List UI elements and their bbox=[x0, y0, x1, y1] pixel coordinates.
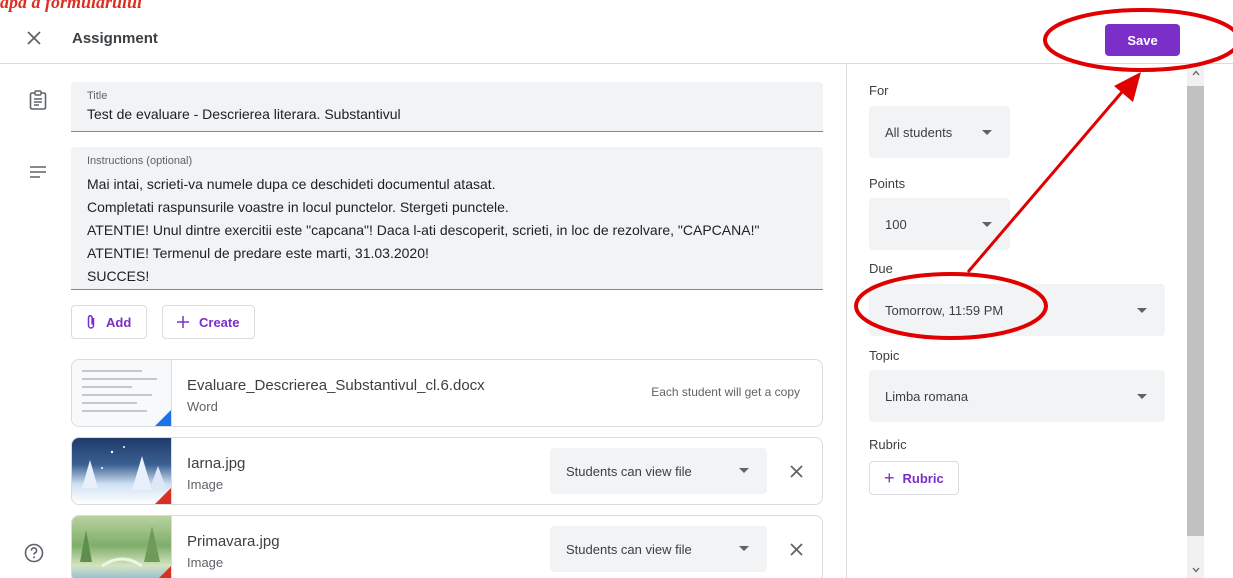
title-field[interactable]: Title Test de evaluare - Descrierea lite… bbox=[71, 82, 823, 132]
title-label: Title bbox=[87, 90, 108, 102]
scrollbar-thumb[interactable] bbox=[1187, 86, 1204, 536]
rubric-button-label: Rubric bbox=[902, 470, 944, 486]
permission-dropdown[interactable]: Students can view file bbox=[550, 448, 767, 494]
settings-panel: For All students Points 100 Due Tomorrow… bbox=[846, 64, 1187, 578]
instructions-line: Completati raspunsurile voastre in locul… bbox=[87, 199, 509, 215]
attachment-name: Primavara.jpg bbox=[187, 533, 280, 550]
due-value: Tomorrow, 11:59 PM bbox=[885, 302, 1004, 318]
copy-note: Each student will get a copy bbox=[651, 385, 800, 399]
attachment-type: Word bbox=[187, 399, 218, 414]
add-button[interactable]: Add bbox=[71, 305, 147, 339]
instructions-field[interactable]: Instructions (optional) Mai intai, scrie… bbox=[71, 147, 823, 290]
create-label: Create bbox=[199, 314, 240, 330]
attachment-name: Evaluare_Descrierea_Substantivul_cl.6.do… bbox=[187, 377, 485, 394]
document-thumbnail bbox=[72, 360, 172, 426]
scroll-up-arrow-icon[interactable] bbox=[1187, 64, 1204, 81]
paperclip-icon bbox=[86, 314, 96, 330]
attachment-card[interactable]: Evaluare_Descrierea_Substantivul_cl.6.do… bbox=[71, 359, 823, 427]
instructions-label: Instructions (optional) bbox=[87, 155, 193, 167]
image-badge-icon bbox=[155, 566, 171, 578]
instructions-line: ATENTIE! Unul dintre exercitii este "cap… bbox=[87, 222, 760, 238]
instructions-line: SUCCES! bbox=[87, 268, 150, 284]
scroll-down-arrow-icon[interactable] bbox=[1187, 561, 1204, 578]
page-title: Assignment bbox=[72, 30, 158, 47]
points-dropdown[interactable]: 100 bbox=[869, 198, 1010, 250]
plus-icon bbox=[177, 316, 189, 328]
add-rubric-button[interactable]: + Rubric bbox=[869, 461, 959, 495]
close-icon[interactable] bbox=[22, 26, 46, 50]
attachment-type: Image bbox=[187, 477, 224, 492]
points-label: Points bbox=[869, 176, 906, 191]
permission-value: Students can view file bbox=[566, 463, 692, 479]
dropdown-arrow-icon bbox=[1137, 308, 1147, 313]
attachment-card[interactable]: Primavara.jpg Image Students can view fi… bbox=[71, 515, 823, 578]
instructions-input[interactable]: Mai intai, scrieti-va numele dupa ce des… bbox=[87, 173, 759, 288]
assignment-clipboard-icon bbox=[26, 88, 50, 112]
instructions-line: ATENTIE! Termenul de predare este marti,… bbox=[87, 245, 429, 261]
image-badge-icon bbox=[155, 488, 171, 504]
top-bar: Assignment Save bbox=[0, 0, 1233, 64]
topic-dropdown[interactable]: Limba romana bbox=[869, 370, 1165, 422]
topic-label: Topic bbox=[869, 348, 900, 363]
title-input[interactable]: Test de evaluare - Descrierea literara. … bbox=[87, 106, 401, 122]
topic-value: Limba romana bbox=[885, 388, 969, 404]
dropdown-arrow-icon bbox=[982, 222, 992, 227]
dropdown-arrow-icon bbox=[739, 546, 749, 551]
dropdown-arrow-icon bbox=[982, 130, 992, 135]
attachment-name: Iarna.jpg bbox=[187, 455, 246, 472]
close-icon[interactable] bbox=[784, 459, 808, 483]
word-badge-icon bbox=[155, 410, 171, 426]
dropdown-arrow-icon bbox=[739, 468, 749, 473]
plus-icon: + bbox=[884, 467, 895, 488]
attachment-card[interactable]: Iarna.jpg Image Students can view file bbox=[71, 437, 823, 505]
create-button[interactable]: Create bbox=[162, 305, 255, 339]
spring-image-thumbnail bbox=[72, 516, 172, 578]
instructions-line: Mai intai, scrieti-va numele dupa ce des… bbox=[87, 176, 496, 192]
scrollbar[interactable] bbox=[1187, 64, 1204, 578]
for-dropdown[interactable]: All students bbox=[869, 106, 1010, 158]
points-value: 100 bbox=[885, 216, 907, 232]
attachment-type: Image bbox=[187, 555, 224, 570]
due-label: Due bbox=[869, 261, 893, 276]
add-label: Add bbox=[106, 314, 132, 330]
dropdown-arrow-icon bbox=[1137, 394, 1147, 399]
for-value: All students bbox=[885, 124, 953, 140]
permission-dropdown[interactable]: Students can view file bbox=[550, 526, 767, 572]
for-label: For bbox=[869, 83, 889, 98]
instructions-lines-icon bbox=[26, 160, 50, 184]
save-button[interactable]: Save bbox=[1105, 24, 1180, 56]
close-icon[interactable] bbox=[784, 537, 808, 561]
winter-image-thumbnail bbox=[72, 438, 172, 504]
permission-value: Students can view file bbox=[566, 541, 692, 557]
due-dropdown[interactable]: Tomorrow, 11:59 PM bbox=[869, 284, 1165, 336]
rubric-label: Rubric bbox=[869, 437, 907, 452]
help-icon[interactable] bbox=[24, 543, 44, 568]
